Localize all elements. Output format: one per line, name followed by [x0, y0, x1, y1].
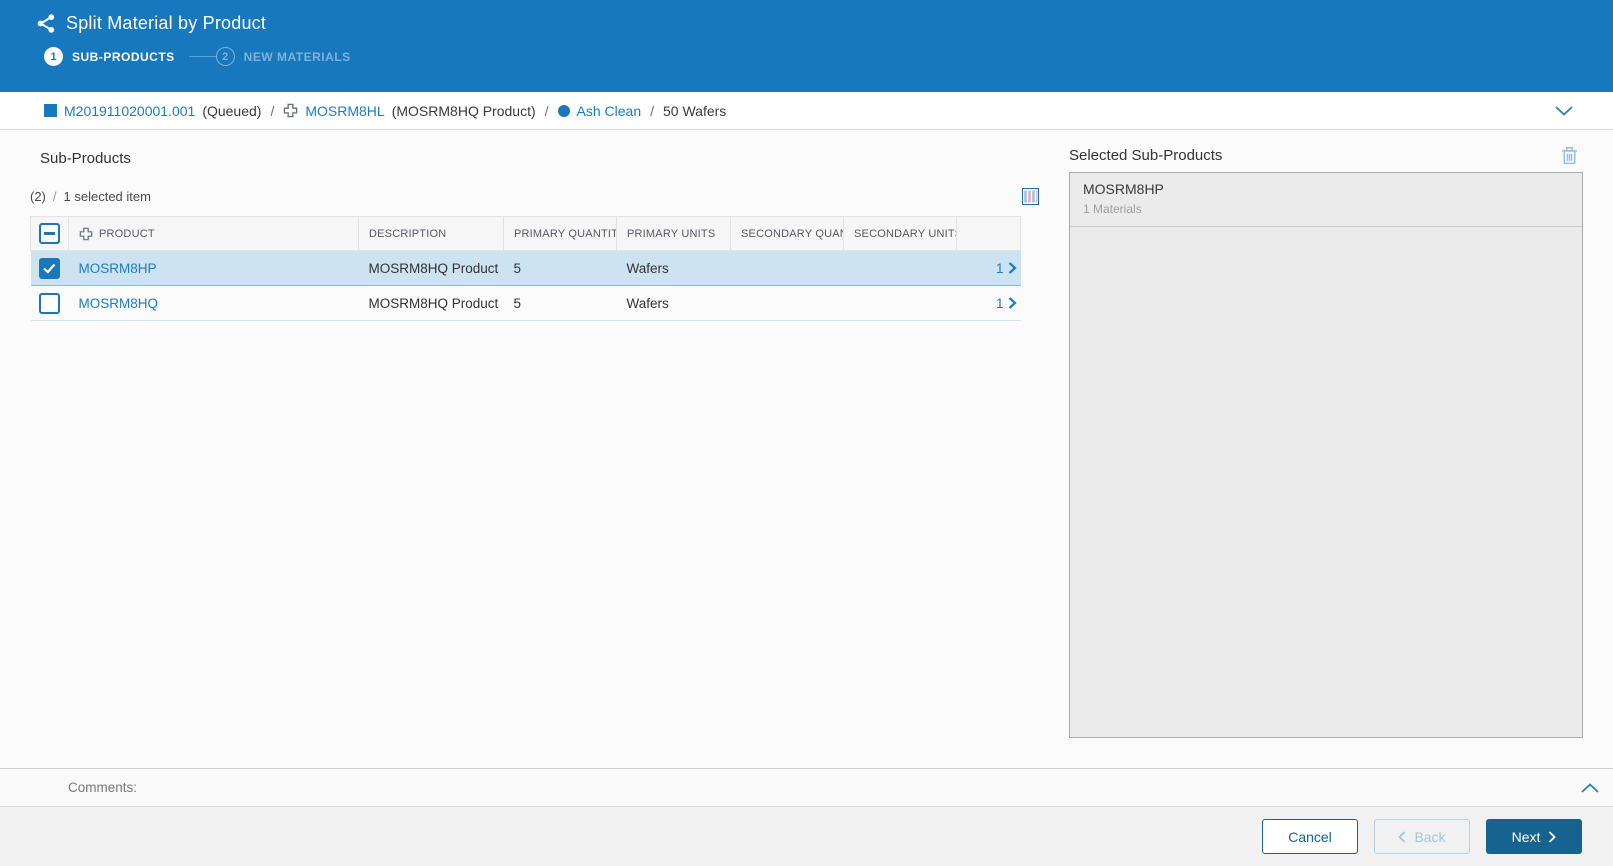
step-number-badge: 1	[44, 47, 63, 66]
breadcrumb-product: MOSRM8HL (MOSRM8HQ Product)	[283, 103, 535, 119]
column-header-actions	[957, 217, 1021, 251]
cell-primary-units: Wafers	[617, 251, 731, 286]
delete-trash-icon[interactable]	[1561, 146, 1583, 165]
list-item[interactable]: MOSRM8HP 1 Materials	[1070, 173, 1582, 227]
chevron-right-icon	[1548, 831, 1556, 843]
selection-summary: 1 selected item	[64, 189, 151, 204]
cancel-button[interactable]: Cancel	[1262, 819, 1358, 854]
cell-primary-units: Wafers	[617, 286, 731, 321]
row-details-link[interactable]: 1	[996, 296, 1017, 311]
details-count: 1	[996, 296, 1004, 311]
selected-sub-products-section: Selected Sub-Products MOSRM8HP 1 Materia…	[1069, 130, 1583, 768]
toolbar-separator: /	[53, 189, 57, 204]
wizard-steps: 1 SUB-PRODUCTS 2 NEW MATERIALS	[44, 47, 1613, 66]
next-button[interactable]: Next	[1486, 819, 1582, 854]
table-row-mosrm8hp[interactable]: MOSRM8HP MOSRM8HQ Product 5 Wafers 1	[31, 251, 1021, 286]
product-link[interactable]: MOSRM8HL	[305, 103, 384, 119]
column-header-primary-units[interactable]: PRIMARY UNITS	[617, 217, 731, 251]
sub-products-table: PRODUCT DESCRIPTION PRIMARY QUANTITY PRI…	[30, 216, 1021, 321]
material-link[interactable]: M201911020001.001	[64, 103, 195, 119]
operation-link[interactable]: Ash Clean	[577, 103, 642, 119]
step-label: SUB-PRODUCTS	[72, 50, 175, 64]
cell-secondary-quantity	[731, 251, 844, 286]
app-header: Split Material by Product 1 SUB-PRODUCTS…	[0, 0, 1613, 92]
cell-primary-quantity: 5	[504, 286, 617, 321]
column-header-description[interactable]: DESCRIPTION	[359, 217, 504, 251]
product-icon	[79, 227, 93, 241]
step-sub-products[interactable]: 1 SUB-PRODUCTS	[44, 47, 175, 66]
cell-description: MOSRM8HQ Product	[359, 251, 504, 286]
comments-label: Comments:	[68, 780, 137, 795]
chevron-left-icon	[1398, 831, 1406, 843]
sub-products-title: Sub-Products	[40, 150, 1030, 167]
breadcrumb-separator: /	[270, 103, 274, 119]
product-detail: (MOSRM8HQ Product)	[392, 103, 536, 119]
row-details-link[interactable]: 1	[996, 261, 1017, 276]
step-connector	[189, 56, 216, 57]
page-title: Split Material by Product	[66, 13, 266, 34]
cell-secondary-units	[844, 286, 957, 321]
breadcrumb: M201911020001.001 (Queued) / MOSRM8HL (M…	[0, 92, 1613, 130]
selected-product-name: MOSRM8HP	[1083, 181, 1569, 197]
material-quantity: 50 Wafers	[663, 103, 726, 119]
comments-bar: Comments:	[0, 768, 1613, 806]
breadcrumb-operation: Ash Clean	[558, 103, 642, 119]
details-count: 1	[996, 261, 1004, 276]
cell-secondary-quantity	[731, 286, 844, 321]
sub-products-section: Sub-Products (2) / 1 selected item	[30, 130, 1030, 768]
split-share-icon	[36, 13, 57, 34]
grid-toolbar: (2) / 1 selected item	[30, 186, 1030, 206]
back-button[interactable]: Back	[1374, 819, 1470, 854]
product-name-link[interactable]: MOSRM8HQ	[79, 296, 159, 311]
step-label: NEW MATERIALS	[244, 50, 351, 64]
cell-description: MOSRM8HQ Product	[359, 286, 504, 321]
breadcrumb-material: M201911020001.001 (Queued)	[44, 103, 261, 119]
breadcrumb-separator: /	[545, 103, 549, 119]
table-header-row: PRODUCT DESCRIPTION PRIMARY QUANTITY PRI…	[31, 217, 1021, 251]
cell-primary-quantity: 5	[504, 251, 617, 286]
material-status: (Queued)	[202, 103, 261, 119]
row-checkbox[interactable]	[39, 293, 60, 314]
chevron-right-icon	[1008, 262, 1017, 274]
main-content: Sub-Products (2) / 1 selected item	[0, 130, 1613, 768]
table-row-mosrm8hq[interactable]: MOSRM8HQ MOSRM8HQ Product 5 Wafers 1	[31, 286, 1021, 321]
step-new-materials[interactable]: 2 NEW MATERIALS	[216, 47, 351, 66]
column-chooser-icon[interactable]	[1022, 188, 1039, 205]
footer-action-bar: Cancel Back Next	[0, 806, 1613, 866]
chevron-right-icon	[1008, 297, 1017, 309]
row-checkbox[interactable]	[39, 258, 60, 279]
breadcrumb-expand-chevron-down-icon[interactable]	[1555, 106, 1573, 116]
selected-panel-title: Selected Sub-Products	[1069, 147, 1222, 164]
column-header-secondary-quantity[interactable]: SECONDARY QUANTITY	[731, 217, 844, 251]
column-header-primary-quantity[interactable]: PRIMARY QUANTITY	[504, 217, 617, 251]
operation-status-icon	[558, 105, 570, 117]
product-name-link[interactable]: MOSRM8HP	[79, 261, 157, 276]
cell-secondary-units	[844, 251, 957, 286]
item-count: (2)	[30, 189, 46, 204]
selected-sub-products-list: MOSRM8HP 1 Materials	[1069, 172, 1583, 738]
select-all-checkbox[interactable]	[39, 223, 60, 244]
step-number-badge: 2	[216, 47, 235, 66]
column-header-secondary-units[interactable]: SECONDARY UNITS	[844, 217, 957, 251]
product-icon	[283, 103, 298, 118]
container-icon	[44, 104, 57, 117]
breadcrumb-separator: /	[650, 103, 654, 119]
selected-product-materials: 1 Materials	[1083, 202, 1569, 216]
column-header-product[interactable]: PRODUCT	[69, 217, 359, 251]
comments-collapse-chevron-up-icon[interactable]	[1581, 783, 1599, 793]
